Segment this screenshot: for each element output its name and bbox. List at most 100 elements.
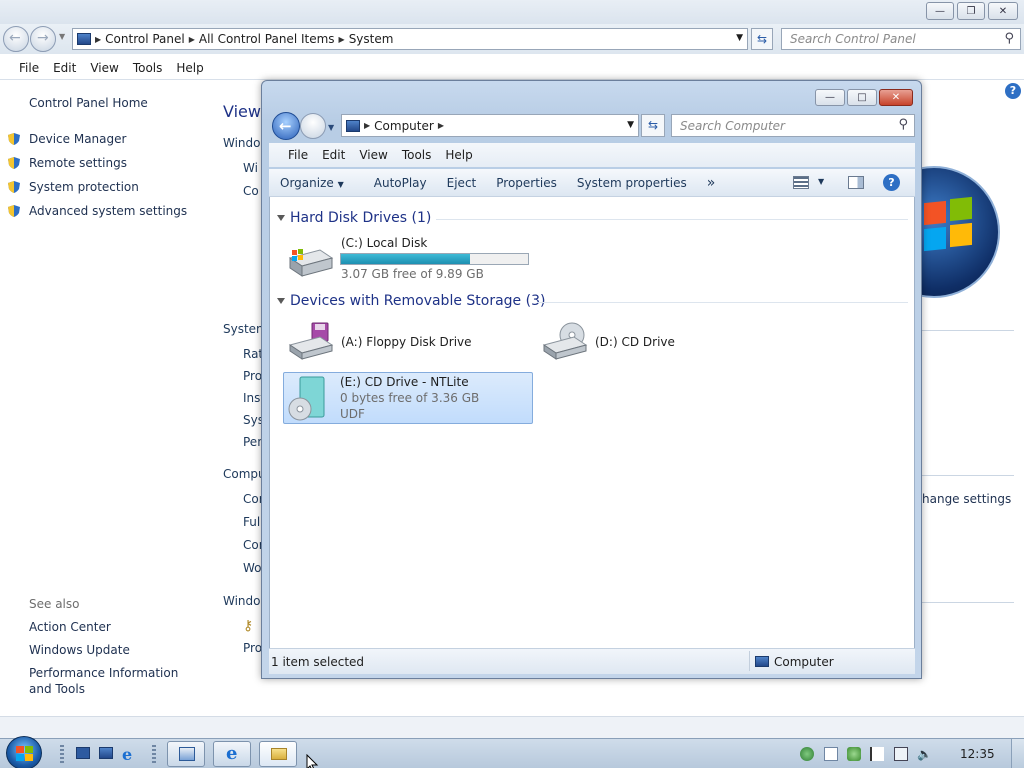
mouse-cursor-icon bbox=[306, 754, 319, 768]
taskbar-control-panel-button[interactable] bbox=[167, 741, 205, 767]
preview-pane-icon[interactable] bbox=[848, 176, 864, 189]
menu-edit[interactable]: Edit bbox=[46, 61, 83, 75]
refresh-button[interactable]: ⇆ bbox=[751, 28, 773, 50]
close-button[interactable]: ✕ bbox=[988, 2, 1018, 20]
computer-address-bar[interactable]: ▶ Computer ▶ ▼ bbox=[341, 114, 639, 137]
taskbar-clock[interactable]: 12:35 bbox=[960, 747, 995, 761]
menu-view[interactable]: View bbox=[352, 148, 394, 162]
breadcrumb-computer[interactable]: Computer bbox=[374, 119, 434, 133]
eject-button[interactable]: Eject bbox=[437, 176, 487, 190]
autoplay-button[interactable]: AutoPlay bbox=[364, 176, 437, 190]
cd-drive-e-item[interactable]: (E:) CD Drive - NTLite 0 bytes free of 3… bbox=[283, 372, 533, 424]
taskbar-explorer-button[interactable] bbox=[259, 741, 297, 767]
refresh-icon: ⇆ bbox=[756, 32, 768, 46]
refresh-icon: ⇆ bbox=[647, 118, 659, 132]
control-panel-address-row: ← → ▼ ▶ Control Panel ▶ All Control Pane… bbox=[0, 24, 1024, 54]
close-button[interactable]: ✕ bbox=[879, 89, 913, 106]
control-panel-search-input[interactable]: Search Control Panel ⚲ bbox=[781, 28, 1021, 50]
recent-pages-chevron-icon[interactable]: ▼ bbox=[59, 32, 65, 41]
advanced-system-settings-link[interactable]: Advanced system settings bbox=[29, 203, 187, 219]
section-divider bbox=[922, 475, 1014, 476]
forward-button[interactable] bbox=[300, 113, 326, 139]
start-button[interactable] bbox=[6, 736, 42, 768]
change-view-icon[interactable] bbox=[793, 176, 809, 189]
floppy-drive-item[interactable]: (A:) Floppy Disk Drive bbox=[284, 319, 534, 365]
recent-pages-chevron-icon[interactable]: ▼ bbox=[328, 123, 334, 132]
menu-help[interactable]: Help bbox=[169, 61, 210, 75]
collapse-triangle-icon[interactable] bbox=[277, 298, 285, 304]
removable-storage-header[interactable]: Devices with Removable Storage (3) bbox=[290, 293, 545, 309]
maximize-button[interactable]: □ bbox=[847, 89, 877, 106]
performance-info-link[interactable]: Performance Information and Tools bbox=[29, 665, 194, 697]
show-desktop-button[interactable] bbox=[1011, 739, 1024, 768]
network-tray-icon[interactable] bbox=[800, 747, 814, 761]
menu-tools[interactable]: Tools bbox=[126, 61, 170, 75]
local-disk-name: (C:) Local Disk bbox=[341, 236, 428, 250]
local-disk-item[interactable]: (C:) Local Disk 3.07 GB free of 9.89 GB bbox=[284, 234, 534, 284]
computer-search-input[interactable]: Search Computer ⚲ bbox=[671, 114, 915, 137]
action-center-flag-icon[interactable] bbox=[870, 747, 884, 761]
menu-help[interactable]: Help bbox=[438, 148, 479, 162]
windows-flag-icon bbox=[16, 746, 34, 762]
processor-line: Pro bbox=[243, 369, 263, 383]
status-divider bbox=[749, 651, 750, 671]
forward-button[interactable]: → bbox=[30, 26, 56, 52]
address-dropdown-icon[interactable]: ▼ bbox=[627, 120, 634, 130]
restore-button[interactable]: ❐ bbox=[957, 2, 985, 20]
cd-drive-d-name: (D:) CD Drive bbox=[595, 335, 675, 349]
breadcrumb-separator-icon: ▶ bbox=[338, 34, 345, 44]
security-tray-icon[interactable] bbox=[847, 747, 861, 761]
network-connection-icon[interactable] bbox=[894, 747, 908, 761]
local-disk-free-space: 3.07 GB free of 9.89 GB bbox=[341, 267, 484, 281]
system-page-heading: View bbox=[223, 102, 261, 121]
taskbar-grip-icon[interactable] bbox=[152, 745, 156, 763]
collapse-triangle-icon[interactable] bbox=[277, 215, 285, 221]
remote-settings-link[interactable]: Remote settings bbox=[29, 155, 127, 171]
switch-windows-icon[interactable] bbox=[99, 747, 113, 759]
breadcrumb-control-panel[interactable]: Control Panel bbox=[105, 32, 185, 46]
cd-drive-d-item[interactable]: (D:) CD Drive bbox=[538, 319, 788, 365]
menu-file[interactable]: File bbox=[12, 61, 46, 75]
volume-muted-icon[interactable]: 🔈 bbox=[917, 747, 932, 761]
menu-edit[interactable]: Edit bbox=[315, 148, 352, 162]
back-button[interactable]: ← bbox=[3, 26, 29, 52]
change-settings-link[interactable]: hange settings bbox=[922, 492, 1011, 506]
organize-button[interactable]: Organize ▼ bbox=[269, 176, 354, 190]
show-desktop-icon[interactable] bbox=[76, 747, 90, 759]
internet-explorer-quicklaunch-icon[interactable]: e bbox=[122, 745, 132, 764]
minimize-button[interactable]: — bbox=[926, 2, 954, 20]
breadcrumb-all-items[interactable]: All Control Panel Items bbox=[199, 32, 335, 46]
minimize-button[interactable]: — bbox=[815, 89, 845, 106]
control-panel-sidebar: Control Panel Home Device Manager Remote… bbox=[0, 80, 200, 716]
menu-tools[interactable]: Tools bbox=[395, 148, 439, 162]
more-commands-button[interactable]: » bbox=[697, 175, 726, 191]
control-panel-address-bar[interactable]: ▶ Control Panel ▶ All Control Panel Item… bbox=[72, 28, 748, 50]
control-panel-home-link[interactable]: Control Panel Home bbox=[29, 95, 148, 111]
search-icon[interactable]: ⚲ bbox=[1004, 31, 1014, 46]
back-button[interactable]: ← bbox=[272, 112, 300, 140]
cd-drive-e-filesystem: UDF bbox=[340, 407, 365, 421]
view-dropdown-icon[interactable]: ▼ bbox=[818, 177, 824, 186]
system-protection-link[interactable]: System protection bbox=[29, 179, 139, 195]
explorer-menubar: File Edit View Tools Help bbox=[269, 143, 915, 167]
action-center-link[interactable]: Action Center bbox=[29, 619, 111, 635]
menu-file[interactable]: File bbox=[281, 148, 315, 162]
breadcrumb-system[interactable]: System bbox=[349, 32, 394, 46]
document-tray-icon[interactable] bbox=[824, 747, 838, 761]
system-properties-button[interactable]: System properties bbox=[567, 176, 697, 190]
quicklaunch-grip-icon[interactable] bbox=[60, 745, 64, 763]
device-manager-link[interactable]: Device Manager bbox=[29, 131, 126, 147]
windows-update-link[interactable]: Windows Update bbox=[29, 642, 130, 658]
windows-edition-line: Wi bbox=[243, 161, 258, 175]
address-dropdown-icon[interactable]: ▼ bbox=[736, 33, 743, 43]
menu-view[interactable]: View bbox=[83, 61, 125, 75]
hard-disk-drives-header[interactable]: Hard Disk Drives (1) bbox=[290, 210, 431, 226]
help-icon[interactable]: ? bbox=[883, 174, 900, 191]
see-also-header: See also bbox=[29, 597, 80, 611]
taskbar-internet-explorer-button[interactable]: e bbox=[213, 741, 251, 767]
refresh-button[interactable]: ⇆ bbox=[641, 114, 665, 137]
search-icon[interactable]: ⚲ bbox=[898, 117, 908, 132]
help-icon[interactable]: ? bbox=[1005, 83, 1021, 99]
status-selection-count: 1 item selected bbox=[271, 655, 365, 669]
properties-button[interactable]: Properties bbox=[486, 176, 567, 190]
